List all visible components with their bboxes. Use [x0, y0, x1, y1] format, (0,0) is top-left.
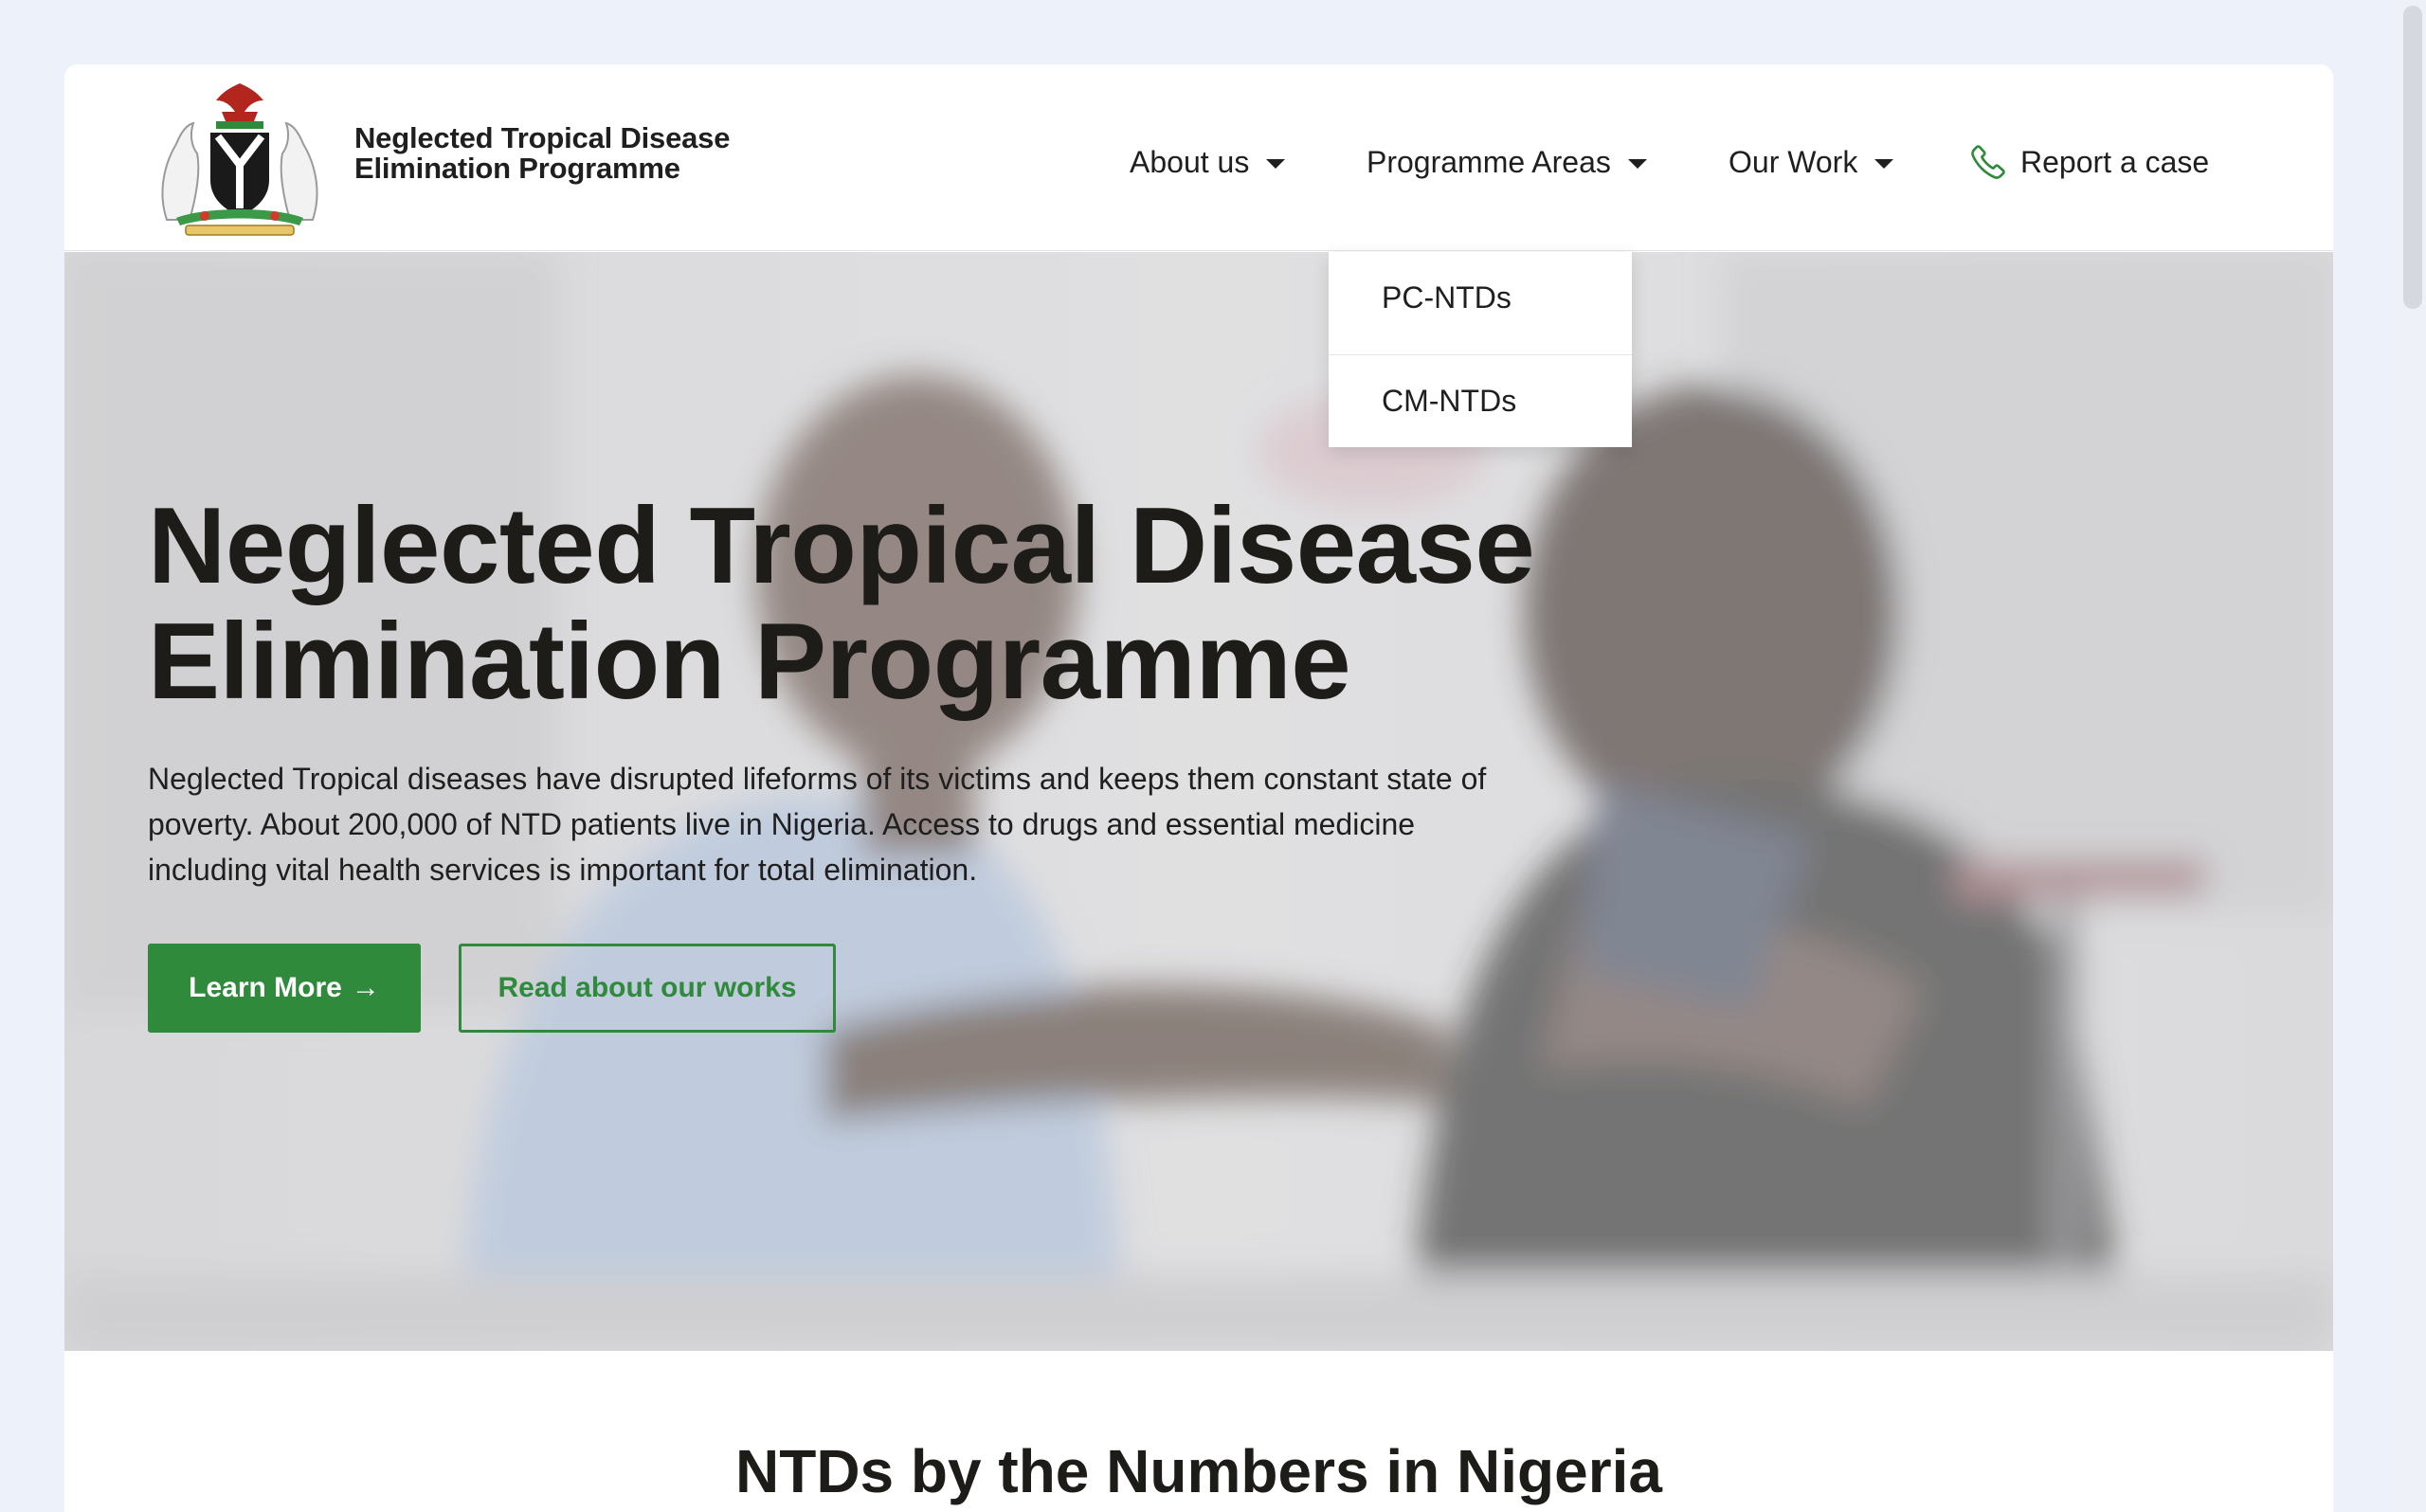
learn-more-label: Learn More — [189, 972, 342, 1003]
site-header: Neglected Tropical Disease Elimination P… — [64, 64, 2333, 251]
nav-programme-areas[interactable]: Programme Areas — [1367, 138, 1647, 186]
arrow-right-icon: → — [351, 972, 380, 1003]
hero-title-line-1: Neglected Tropical Disease — [148, 486, 1535, 606]
nav-our-work-label: Our Work — [1729, 145, 1858, 179]
caret-down-icon — [1874, 159, 1894, 169]
page-card: Neglected Tropical Disease Elimination P… — [64, 64, 2333, 1512]
hero-title-line-2: Elimination Programme — [148, 602, 1351, 722]
nav-report-label: Report a case — [2020, 145, 2210, 179]
read-about-works-button[interactable]: Read about our works — [459, 944, 836, 1033]
read-about-works-label: Read about our works — [498, 972, 797, 1003]
nav-our-work[interactable]: Our Work — [1729, 138, 1894, 186]
phone-icon — [1971, 145, 2005, 179]
caret-down-icon — [1627, 159, 1647, 169]
hero-description: Neglected Tropical diseases have disrupt… — [148, 762, 1487, 887]
caret-down-icon — [1266, 159, 1286, 169]
hero-section: Neglected Tropical Disease Elimination P… — [64, 252, 2333, 1351]
programme-areas-dropdown: PC-NTDs CM-NTDs — [1329, 252, 1632, 447]
page-scrollbar[interactable] — [2399, 0, 2426, 1512]
nav-about-us[interactable]: About us — [1130, 138, 1286, 186]
dropdown-item-pc-ntds[interactable]: PC-NTDs — [1329, 252, 1632, 355]
hero-title: Neglected Tropical Disease Elimination P… — [148, 489, 1664, 720]
main-nav: About us Programme Areas Our Work Report… — [64, 138, 2333, 186]
nav-report-a-case[interactable]: Report a case — [1969, 138, 2209, 186]
nav-programme-areas-label: Programme Areas — [1367, 145, 1611, 179]
nav-about-us-label: About us — [1130, 145, 1250, 179]
numbers-section-title: NTDs by the Numbers in Nigeria — [735, 1437, 1662, 1505]
scrollbar-thumb[interactable] — [2403, 6, 2422, 309]
dropdown-item-cm-ntds[interactable]: CM-NTDs — [1329, 355, 1632, 447]
learn-more-button[interactable]: Learn More → — [148, 944, 421, 1033]
